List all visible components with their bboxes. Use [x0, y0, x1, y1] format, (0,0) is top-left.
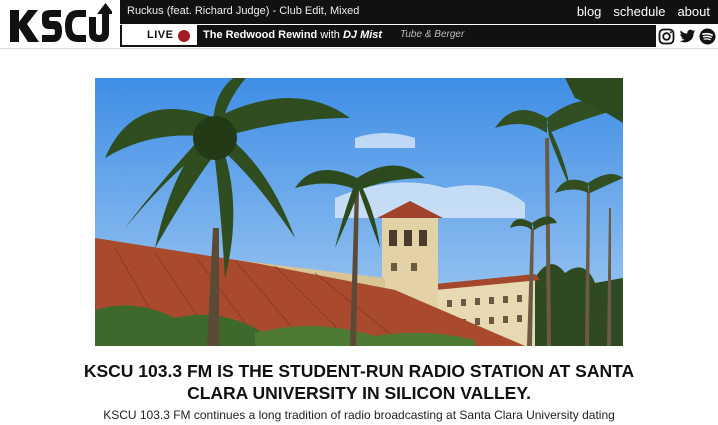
headline: KSCU 103.3 FM is the student-run radio s…: [83, 361, 635, 403]
intro-text: KSCU 103.3 FM continues a long tradition…: [103, 408, 615, 422]
nav-about[interactable]: about: [677, 3, 710, 21]
live-indicator-icon: [178, 30, 190, 42]
main-nav: blog schedule about: [577, 3, 710, 21]
nav-blog[interactable]: blog: [577, 3, 602, 21]
nav-schedule[interactable]: schedule: [613, 3, 665, 21]
now-playing-track: Ruckus (feat. Richard Judge) - Club Edit…: [127, 5, 360, 17]
kscu-logo[interactable]: [8, 2, 112, 46]
live-label: LIVE: [147, 29, 174, 41]
twitter-icon[interactable]: [679, 28, 696, 45]
social-links: [658, 27, 716, 45]
hero-image: [95, 78, 623, 346]
spotify-icon[interactable]: [699, 28, 716, 45]
now-playing-bar: Ruckus (feat. Richard Judge) - Club Edit…: [120, 0, 718, 24]
site-header: Ruckus (feat. Richard Judge) - Club Edit…: [0, 0, 718, 49]
show-dj: DJ Mist: [342, 29, 383, 41]
instagram-icon[interactable]: [658, 28, 675, 45]
show-name: The Redwood Rewind: [203, 29, 318, 41]
live-bar[interactable]: LIVE The Redwood Rewind with DJ Mist Tub…: [120, 25, 656, 47]
show-with: with: [320, 29, 340, 41]
up-next: Tube & Berger: [400, 29, 465, 40]
current-show[interactable]: The Redwood Rewind with DJ Mist Tube & B…: [197, 25, 654, 45]
show-title: The Redwood Rewind with DJ Mist: [203, 29, 382, 41]
